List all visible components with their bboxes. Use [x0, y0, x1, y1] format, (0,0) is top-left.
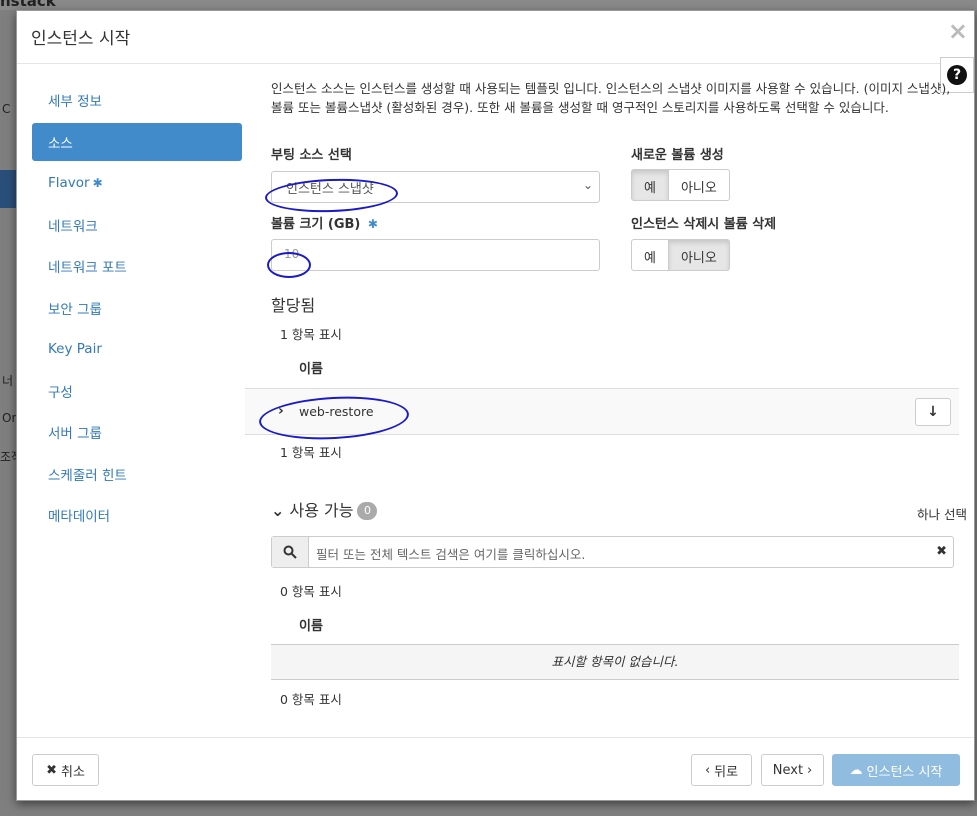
chevron-right-icon: › [807, 762, 813, 778]
backdrop-brand: nstack [0, 0, 56, 10]
delete-volume-toggle: 예 아니오 [631, 239, 730, 271]
new-volume-no-button[interactable]: 아니오 [668, 169, 730, 201]
step-networks[interactable]: 네트워크 [32, 206, 242, 244]
delete-volume-yes-button[interactable]: 예 [631, 239, 669, 271]
modal-footer: ✖ 취소 ‹ 뒤로 Next › ☁ 인스턴스 시작 [17, 737, 974, 802]
filter-search-bar[interactable]: 필터 또는 전체 텍스트 검색은 여기를 클릭하십시오. ✖ [271, 536, 954, 568]
select-one-hint: 하나 선택 [917, 507, 967, 522]
allocated-count-bottom: 1 항목 표시 [280, 445, 342, 460]
step-label: Key Pair [48, 341, 102, 357]
step-label: 서버 그룹 [48, 426, 102, 442]
new-volume-yes-button[interactable]: 예 [631, 169, 669, 201]
delete-volume-label: 인스턴스 삭제시 볼륨 삭제 [631, 217, 777, 232]
arrow-down-icon: ↓ [927, 404, 939, 420]
available-count-top: 0 항목 표시 [280, 584, 342, 599]
delete-volume-no-button[interactable]: 아니오 [668, 239, 730, 271]
deallocate-button[interactable]: ↓ [915, 398, 951, 426]
step-label: 보안 그룹 [48, 301, 102, 318]
step-source[interactable]: 소스 [32, 122, 242, 161]
step-metadata[interactable]: 메타데이터 [32, 496, 242, 534]
step-security-groups[interactable]: 보안 그룹 [32, 289, 242, 327]
step-key-pair[interactable]: Key Pair [32, 330, 242, 368]
filter-placeholder: 필터 또는 전체 텍스트 검색은 여기를 클릭하십시오. [316, 547, 586, 562]
modal-header: 인스턴스 시작 × [17, 11, 974, 64]
close-icon[interactable]: × [948, 19, 968, 43]
backdrop-nav-highlight [0, 170, 16, 208]
step-label: 세부 정보 [48, 94, 102, 110]
volume-size-label: 볼륨 크기 (GB) ✱ [271, 217, 378, 232]
new-volume-label: 새로운 볼륨 생성 [631, 148, 724, 163]
back-button[interactable]: ‹ 뒤로 [691, 754, 752, 786]
wizard-steps: 세부 정보 소스 Flavor ✱ 네트워크 네트워크 포트 보안 그룹 Key … [32, 81, 242, 538]
step-details[interactable]: 세부 정보 [32, 81, 242, 119]
required-icon: ✱ [367, 217, 378, 231]
allocated-column-name: 이름 [299, 362, 323, 377]
clear-icon[interactable]: ✖ [936, 544, 947, 559]
step-label: 소스 [48, 135, 73, 152]
available-column-name: 이름 [299, 619, 323, 634]
boot-source-label: 부팅 소스 선택 [271, 148, 352, 163]
launch-instance-button[interactable]: ☁ 인스턴스 시작 [832, 754, 960, 786]
step-scheduler-hints[interactable]: 스케줄러 힌트 [32, 455, 242, 493]
search-icon [272, 537, 309, 567]
modal-title: 인스턴스 시작 [31, 29, 131, 49]
new-volume-toggle: 예 아니오 [631, 169, 730, 201]
step-server-groups[interactable]: 서버 그룹 [32, 413, 242, 451]
cancel-button[interactable]: ✖ 취소 [32, 754, 99, 786]
source-description: 인스턴스 소스는 인스턴스를 생성할 때 사용되는 템플릿 입니다. 인스턴스의… [271, 81, 951, 115]
step-label: 메타데이터 [48, 509, 111, 525]
available-count-bottom: 0 항목 표시 [280, 692, 342, 707]
step-label: 구성 [48, 384, 73, 401]
required-icon: ✱ [92, 176, 103, 190]
available-title[interactable]: ⌄ 사용 가능 0 [271, 497, 378, 521]
available-count-badge: 0 [357, 502, 378, 520]
step-network-ports[interactable]: 네트워크 포트 [32, 247, 242, 285]
step-label: 네트워크 [48, 218, 98, 235]
volume-size-input[interactable]: 10 [271, 239, 600, 271]
step-label: Flavor [48, 175, 90, 191]
close-icon: ✖ [46, 762, 57, 778]
chevron-left-icon: ‹ [704, 762, 711, 778]
annotation-circle [267, 252, 311, 278]
step-configuration[interactable]: 구성 [32, 372, 242, 410]
step-flavor[interactable]: Flavor ✱ [32, 164, 242, 202]
allocated-count-top: 1 항목 표시 [280, 327, 342, 342]
backdrop-fragment: C [2, 102, 11, 116]
backdrop-fragment: 너 [2, 374, 14, 388]
allocated-title: 할당됨 [271, 296, 316, 315]
backdrop-topbar [0, 0, 977, 10]
empty-table-message: 표시할 항목이 없습니다. [271, 644, 959, 680]
launch-instance-modal: 인스턴스 시작 × ? 세부 정보 소스 Flavor ✱ 네트워크 네트워크 포… [16, 10, 975, 801]
chevron-down-icon: ⌄ [271, 501, 285, 520]
step-label: 스케줄러 힌트 [48, 467, 127, 484]
chevron-down-icon: ⌄ [582, 178, 593, 192]
step-label: 네트워크 포트 [48, 260, 127, 276]
next-button[interactable]: Next › [761, 754, 824, 786]
cloud-upload-icon: ☁ [849, 762, 863, 778]
